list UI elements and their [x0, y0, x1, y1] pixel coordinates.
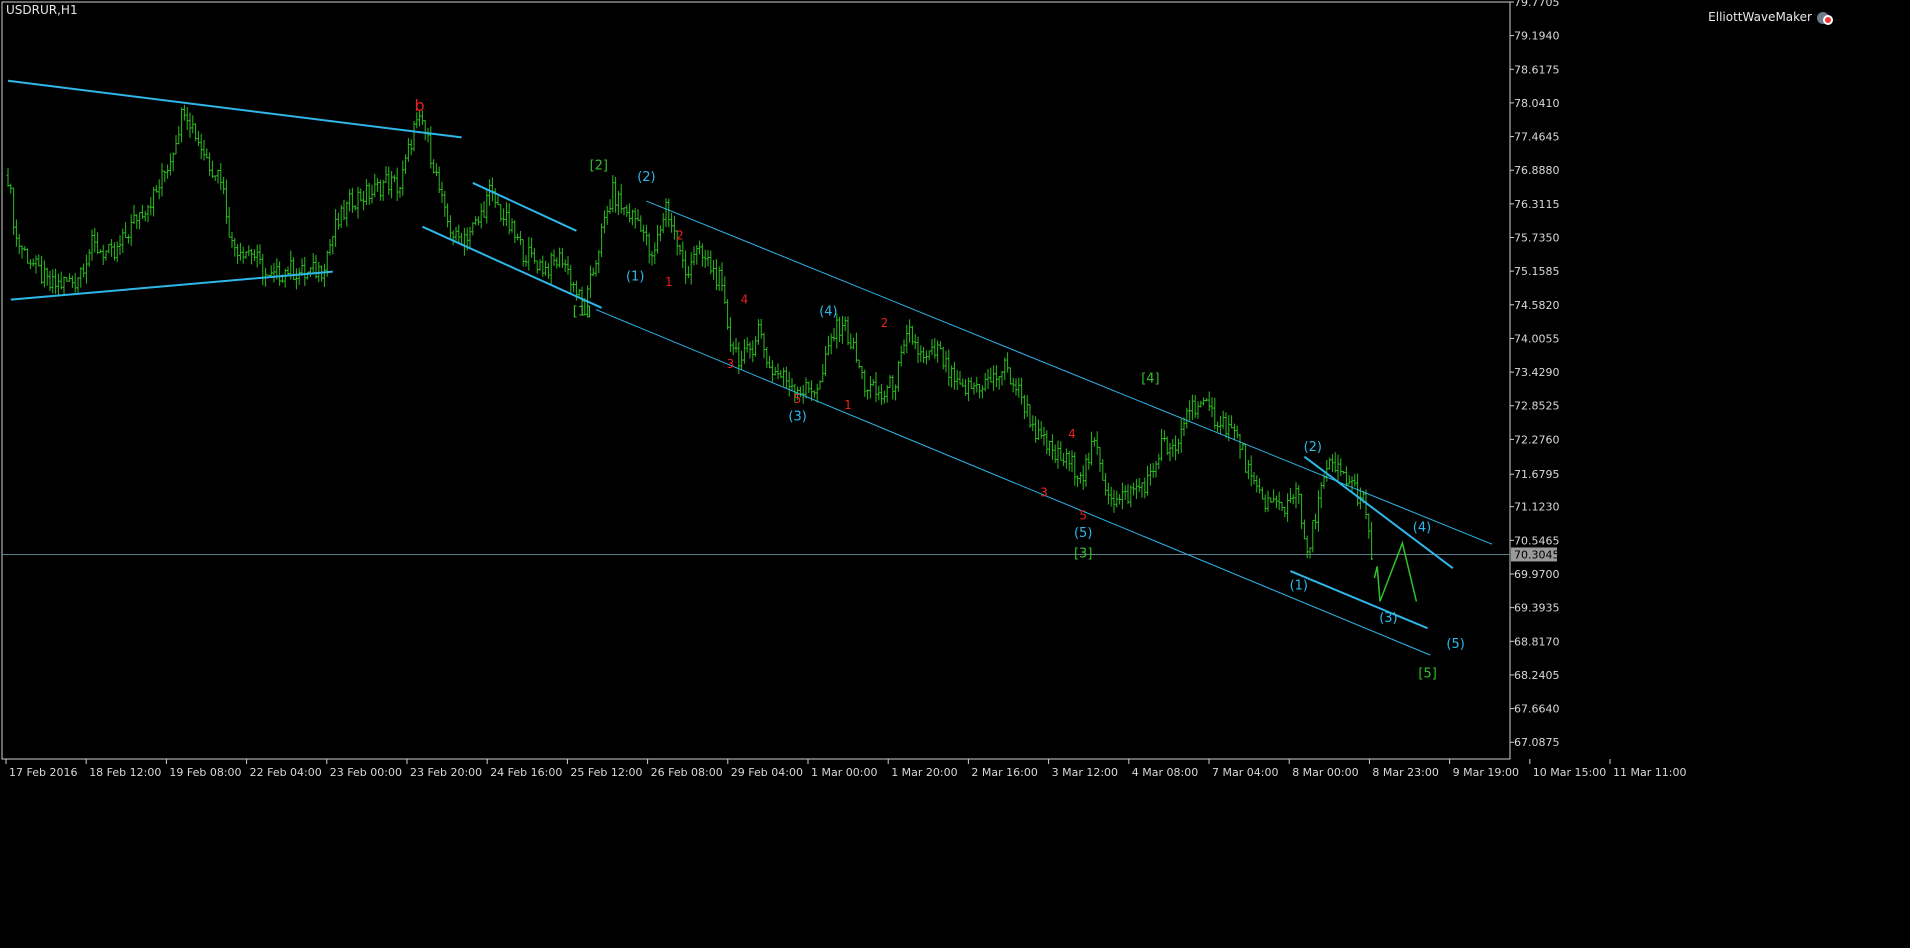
wave-label: [4] — [1141, 372, 1159, 387]
y-tick-label: 76.8880 — [1514, 164, 1560, 177]
y-tick-label: 74.5820 — [1514, 299, 1560, 312]
y-tick-label: 72.8525 — [1514, 400, 1560, 413]
wave-label: 5 — [794, 392, 802, 406]
x-tick-label: 18 Feb 12:00 — [89, 766, 161, 779]
wave-label: [5] — [1418, 666, 1436, 681]
y-tick-label: 76.3115 — [1514, 198, 1560, 211]
wave-label: 3 — [727, 357, 735, 371]
y-tick-label: 79.7705 — [1514, 0, 1560, 9]
x-tick-label: 24 Feb 16:00 — [490, 766, 562, 779]
wave-label: 5 — [1079, 509, 1087, 523]
x-tick-label: 29 Feb 04:00 — [731, 766, 803, 779]
price-chart[interactable]: 79.7705 79.1940 78.6175 78.0410 77.4645 76.88… — [0, 0, 1910, 948]
x-tick-label: 9 Mar 19:00 — [1453, 766, 1519, 779]
x-tick-label: 23 Feb 00:00 — [330, 766, 402, 779]
wave-label: 3 — [1040, 485, 1048, 499]
wave-label: (4) — [1413, 520, 1431, 535]
wave-label: 1 — [665, 275, 673, 289]
y-tick-label: 72.2760 — [1514, 433, 1560, 446]
y-tick-label: 69.3935 — [1514, 602, 1560, 615]
y-tick-label: 71.6795 — [1514, 468, 1560, 481]
x-tick-label: 22 Feb 04:00 — [250, 766, 322, 779]
y-tick-label: 69.9700 — [1514, 568, 1560, 581]
wave-label: 1 — [844, 398, 852, 412]
x-tick-label: 26 Feb 08:00 — [651, 766, 723, 779]
indicator-icon — [1817, 12, 1833, 25]
wave-label: (1) — [626, 269, 644, 284]
y-tick-label: 78.0410 — [1514, 97, 1560, 110]
x-tick-label: 25 Feb 12:00 — [570, 766, 642, 779]
x-tick-label: 8 Mar 23:00 — [1372, 766, 1438, 779]
y-tick-label: 74.0055 — [1514, 332, 1560, 345]
y-tick-label: 68.8170 — [1514, 635, 1560, 648]
x-tick-label: 3 Mar 12:00 — [1052, 766, 1118, 779]
wave-label: (2) — [637, 170, 655, 185]
x-tick-label: 2 Mar 16:00 — [971, 766, 1037, 779]
x-tick-label: 1 Mar 00:00 — [811, 766, 877, 779]
x-tick-label: 8 Mar 00:00 — [1292, 766, 1358, 779]
x-tick-label: 1 Mar 20:00 — [891, 766, 957, 779]
indicator-badge[interactable]: ElliottWaveMaker — [1708, 8, 1834, 26]
x-tick-label: 7 Mar 04:00 — [1212, 766, 1278, 779]
x-tick-label: 23 Feb 20:00 — [410, 766, 482, 779]
x-tick-label: 11 Mar 11:00 — [1613, 766, 1686, 779]
wave-label: (5) — [1074, 526, 1092, 541]
current-price-value: 70.3045 — [1514, 548, 1560, 561]
y-tick-label: 71.1230 — [1514, 501, 1560, 514]
wave-label: (1) — [1290, 579, 1308, 594]
x-tick-label: 4 Mar 08:00 — [1132, 766, 1198, 779]
wave-label: (5) — [1446, 637, 1464, 652]
x-tick-label: 19 Feb 08:00 — [169, 766, 241, 779]
x-tick-label: 17 Feb 2016 — [9, 766, 77, 779]
wave-label: b — [415, 96, 425, 115]
y-tick-label: 67.0875 — [1514, 736, 1560, 749]
y-tick-label: 77.4645 — [1514, 131, 1560, 144]
y-tick-label: 67.6640 — [1514, 703, 1560, 716]
chart-background — [0, 0, 1910, 948]
wave-label: 2 — [881, 316, 889, 330]
symbol-label: USDRUR,H1 — [6, 3, 78, 17]
y-tick-label: 75.1585 — [1514, 265, 1560, 278]
wave-label: 4 — [1068, 427, 1076, 441]
wave-label: (2) — [1304, 440, 1322, 455]
wave-label: [2] — [590, 159, 608, 174]
y-tick-label: 79.1940 — [1514, 30, 1560, 43]
y-tick-label: 75.7350 — [1514, 232, 1560, 245]
y-tick-label: 68.2405 — [1514, 669, 1560, 682]
y-tick-label: 73.4290 — [1514, 366, 1560, 379]
y-tick-label: 78.6175 — [1514, 63, 1560, 76]
wave-label: 4 — [741, 293, 749, 307]
wave-label: (3) — [788, 409, 806, 424]
wave-label: (4) — [819, 304, 837, 319]
wave-label: 2 — [676, 229, 684, 243]
indicator-label: ElliottWaveMaker — [1708, 10, 1812, 24]
x-tick-label: 10 Mar 15:00 — [1533, 766, 1606, 779]
wave-label: (3) — [1379, 611, 1397, 626]
y-tick-label: 70.5465 — [1514, 534, 1560, 547]
wave-label: [3] — [1074, 547, 1092, 562]
wave-label: [1] — [573, 304, 591, 319]
